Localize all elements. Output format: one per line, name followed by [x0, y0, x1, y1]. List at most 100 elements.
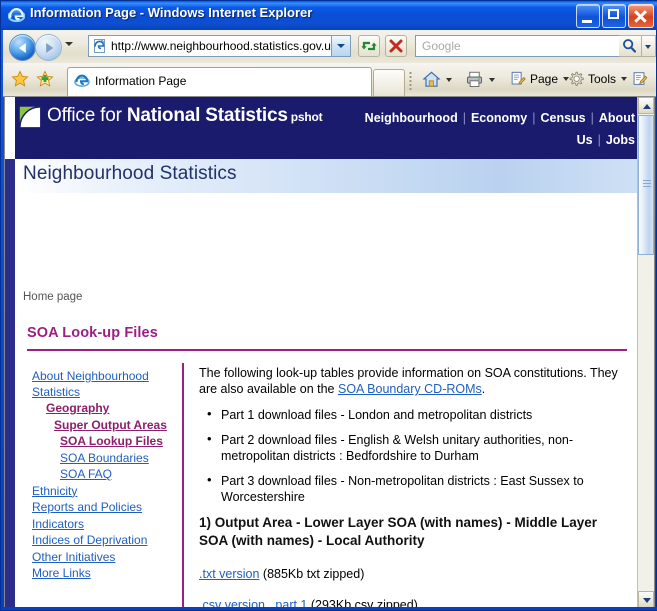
- search-icon: [619, 36, 640, 56]
- logo-regular: Office for: [47, 105, 122, 126]
- sidebar-item: Indices of Deprivation: [32, 533, 182, 549]
- sidebar-link-super-output-areas[interactable]: Super Output Areas: [54, 418, 167, 432]
- sidebar-link-reports-and-policies[interactable]: Reports and Policies: [32, 500, 142, 514]
- refresh-button[interactable]: [358, 35, 380, 57]
- soa-boundary-cdroms-link[interactable]: SOA Boundary CD-ROMs: [338, 382, 482, 396]
- forward-button[interactable]: [35, 34, 62, 61]
- sidebar-link-soa-boundaries[interactable]: SOA Boundaries: [60, 451, 149, 465]
- sidebar-link-about-neighbourhood-statistics[interactable]: About Neighbourhood Statistics: [32, 369, 149, 399]
- home-command[interactable]: [422, 70, 457, 89]
- download-parts-list: Part 1 download files - London and metro…: [199, 407, 619, 505]
- download-link[interactable]: .txt version: [199, 567, 259, 581]
- sidebar-item: SOA FAQ: [60, 467, 182, 483]
- sidebar-link-more-links[interactable]: More Links: [32, 566, 91, 580]
- sidebar-link-geography[interactable]: Geography: [46, 401, 109, 415]
- gear-icon: [567, 70, 585, 88]
- nav-item-us[interactable]: Us: [577, 133, 593, 147]
- list-item: Part 2 download files - English & Welsh …: [221, 432, 619, 464]
- internet-explorer-icon: [8, 7, 25, 24]
- favorites-icon[interactable]: [11, 70, 29, 88]
- title-bar: Information Page - Windows Internet Expl…: [1, 1, 657, 30]
- page-scrollbar[interactable]: [637, 97, 654, 608]
- sidebar-item: Super Output Areas: [54, 418, 182, 434]
- scrollbar-thumb[interactable]: [638, 115, 654, 255]
- page-viewport: Office for National Statisticspshot Neig…: [4, 96, 655, 609]
- refresh-icon: [359, 36, 379, 56]
- sidebar-divider: [182, 363, 184, 608]
- downloads-txt-group: .txt version (885Kb txt zipped): [199, 567, 364, 582]
- page-left-rail: [5, 159, 15, 608]
- print-command[interactable]: [465, 70, 500, 89]
- chevron-down-icon: [643, 598, 651, 603]
- logo-bold: National Statistics: [127, 105, 288, 126]
- back-button[interactable]: [9, 34, 36, 61]
- sidebar-item: Reports and Policies: [32, 500, 182, 516]
- tools-menu-label: Tools: [588, 72, 616, 86]
- breadcrumb[interactable]: Home page: [23, 291, 82, 303]
- minimize-button[interactable]: [576, 4, 600, 28]
- address-dropdown-icon[interactable]: [331, 36, 350, 56]
- nav-item-jobs[interactable]: Jobs: [606, 133, 635, 147]
- browser-window: Information Page - Windows Internet Expl…: [0, 0, 657, 611]
- web-page-content: Office for National Statisticspshot Neig…: [5, 97, 638, 608]
- nav-item-about[interactable]: About: [599, 111, 635, 125]
- section-heading: 1) Output Area - Lower Layer SOA (with n…: [199, 514, 619, 550]
- nav-item-economy[interactable]: Economy: [471, 111, 527, 125]
- maximize-button[interactable]: [602, 4, 626, 28]
- window-bottom-edge: [1, 607, 657, 610]
- sidebar-link-soa-faq[interactable]: SOA FAQ: [60, 467, 112, 481]
- sidebar-link-indices-of-deprivation[interactable]: Indices of Deprivation: [32, 533, 147, 547]
- add-to-favorites-icon[interactable]: [36, 70, 54, 88]
- heading-divider: [27, 349, 627, 351]
- close-button[interactable]: [628, 4, 654, 28]
- stop-button[interactable]: [385, 35, 407, 57]
- tab-information-page[interactable]: Information Page: [67, 67, 372, 96]
- history-dropdown-icon[interactable]: [65, 42, 73, 46]
- page-title: SOA Look-up Files: [27, 325, 158, 341]
- ons-logo-text: Office for National Statisticspshot: [47, 105, 322, 127]
- site-top-navigation: Neighbourhood|Economy|Census|About Us|Jo…: [315, 107, 635, 151]
- sidebar-item: Other Initiatives: [32, 550, 182, 566]
- edit-command[interactable]: [631, 70, 649, 88]
- search-input[interactable]: Google: [415, 35, 620, 57]
- list-item: Part 3 download files - Non-metropolitan…: [221, 473, 619, 505]
- new-tab-button[interactable]: [373, 69, 405, 96]
- tab-bar: Information Page: [3, 63, 656, 97]
- tools-menu-command[interactable]: Tools: [567, 70, 632, 88]
- banner-left-white-bar: [5, 97, 15, 159]
- sidebar-item: Ethnicity: [32, 484, 182, 500]
- search-placeholder: Google: [422, 39, 461, 53]
- address-bar[interactable]: http://www.neighbourhood.statistics.gov.…: [88, 35, 351, 57]
- scroll-down-button[interactable]: [638, 591, 654, 608]
- toolbar-grip[interactable]: [409, 71, 412, 91]
- sidebar-link-indicators[interactable]: Indicators: [32, 517, 84, 531]
- ons-logo-icon: [19, 106, 41, 128]
- chevron-down-icon: [621, 77, 627, 81]
- nav-item-census[interactable]: Census: [540, 111, 585, 125]
- sidebar-item: Indicators: [32, 517, 182, 533]
- nav-item-neighbourhood[interactable]: Neighbourhood: [365, 111, 458, 125]
- internet-explorer-icon: [74, 73, 90, 89]
- chevron-down-icon: [489, 78, 495, 82]
- tab-label: Information Page: [95, 74, 186, 88]
- intro-text-after: .: [482, 382, 485, 396]
- search-provider-dropdown[interactable]: [642, 35, 656, 57]
- sidebar-link-soa-lookup-files[interactable]: SOA Lookup Files: [60, 434, 163, 448]
- ons-banner: Office for National Statisticspshot Neig…: [5, 97, 638, 159]
- page-icon: [92, 38, 108, 54]
- search-go-button[interactable]: [619, 35, 642, 57]
- navigation-toolbar: http://www.neighbourhood.statistics.gov.…: [3, 30, 656, 64]
- sidebar-link-other-initiatives[interactable]: Other Initiatives: [32, 550, 115, 564]
- page-menu-command[interactable]: Page: [509, 70, 574, 88]
- site-title: Neighbourhood Statistics: [23, 163, 237, 185]
- scroll-up-button[interactable]: [638, 97, 654, 114]
- site-title-band: Neighbourhood Statistics: [15, 159, 638, 193]
- sidebar-link-ethnicity[interactable]: Ethnicity: [32, 484, 77, 498]
- list-item: Part 1 download files - London and metro…: [221, 407, 619, 423]
- intro-paragraph: The following look-up tables provide inf…: [199, 365, 619, 397]
- main-content: The following look-up tables provide inf…: [199, 365, 619, 514]
- window-controls: [576, 4, 654, 28]
- sidebar-item: About Neighbourhood Statistics: [32, 369, 182, 400]
- sidebar-item: SOA Boundaries: [60, 451, 182, 467]
- edit-icon: [631, 70, 649, 88]
